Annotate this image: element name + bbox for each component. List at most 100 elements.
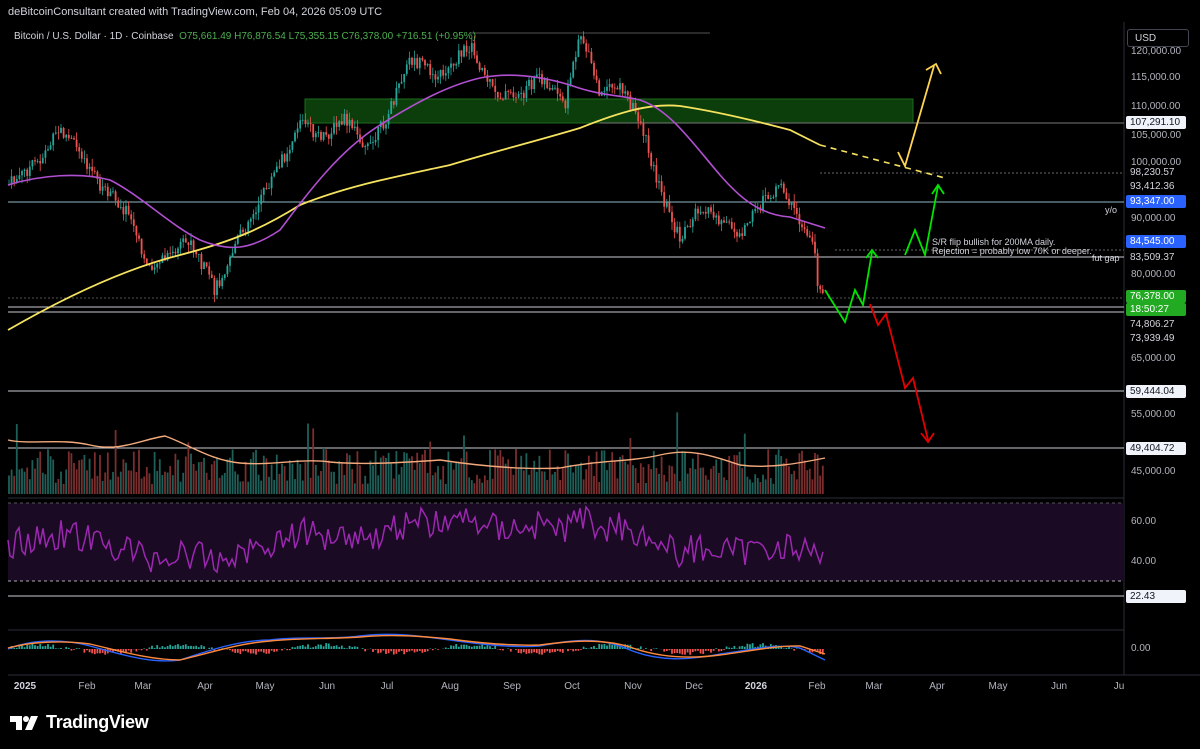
volume-bar <box>515 449 517 494</box>
rsi-band <box>8 503 1124 581</box>
volume-bar <box>88 458 91 494</box>
candle-body <box>249 218 252 222</box>
macd-hist-bar <box>351 647 354 649</box>
volume-bar <box>494 449 497 494</box>
candle <box>86 153 88 175</box>
macd-hist-bar <box>190 645 192 649</box>
macd-hist-bar <box>288 649 291 651</box>
macd-hist-bar <box>67 647 70 649</box>
candlesticks <box>8 31 824 303</box>
candle-body <box>416 58 419 69</box>
macd-hist-bar <box>590 647 593 649</box>
candle <box>577 34 580 58</box>
macd-hist-bar <box>177 644 179 649</box>
candle <box>226 264 229 278</box>
volume-bar <box>431 475 434 494</box>
volume-bar <box>101 481 104 494</box>
volume-bar <box>67 451 70 494</box>
macd-hist-bar <box>99 649 101 654</box>
tradingview-logo[interactable]: TradingView <box>10 712 149 733</box>
candle <box>138 232 140 242</box>
currency-button[interactable]: USD <box>1127 29 1189 47</box>
candle-body <box>73 138 75 140</box>
candle <box>301 114 304 125</box>
candle <box>104 183 107 191</box>
candle-body <box>803 227 806 230</box>
macd-hist-bar <box>580 649 582 650</box>
macd-hist-bar <box>447 648 450 649</box>
macd-hist-bar <box>184 644 187 649</box>
candle-body <box>556 87 559 94</box>
candle-body <box>36 161 39 162</box>
macd-hist-bar <box>473 645 476 649</box>
candle <box>434 70 437 88</box>
volume-bar <box>598 481 601 494</box>
candle-body <box>814 241 816 254</box>
macd-hist-bar <box>691 649 694 653</box>
time-tick-jun: Jun <box>318 681 336 692</box>
candle <box>47 145 49 152</box>
price-tag-93412: 93,412.36 <box>1126 180 1186 193</box>
macd-hist-bar <box>229 649 231 651</box>
candle <box>117 197 120 209</box>
candle-body <box>286 153 289 162</box>
candle-body <box>41 157 44 164</box>
time-tick-sep: Sep <box>503 681 521 692</box>
volume-bar <box>291 463 294 494</box>
volume-bar <box>359 465 361 494</box>
candle-body <box>697 208 699 214</box>
tradingview-wordmark: TradingView <box>46 712 149 732</box>
macd-hist-bar <box>782 648 785 649</box>
macd-hist-bar <box>720 649 723 652</box>
macd-hist-bar <box>525 649 528 654</box>
candle <box>320 130 322 142</box>
volume-bar <box>473 483 476 494</box>
candle-body <box>772 196 775 199</box>
volume-bar <box>143 476 146 494</box>
candle <box>283 153 286 164</box>
macd-hist-bar <box>600 644 603 649</box>
volume-bar <box>109 479 112 494</box>
macd-hist-bar <box>478 645 481 649</box>
volume-bar <box>463 435 465 494</box>
volume-bar <box>577 465 580 494</box>
candle-body <box>203 262 205 270</box>
macd-hist-bar <box>86 649 88 651</box>
macd-hist-bar <box>78 648 81 649</box>
candle <box>23 168 26 178</box>
volume-bar <box>36 457 39 494</box>
volume-bar <box>587 455 590 494</box>
macd-hist-bar <box>197 647 200 649</box>
macd-hist-bar <box>455 643 458 649</box>
candle-body <box>195 251 198 255</box>
candle <box>265 182 268 190</box>
candle <box>507 89 510 100</box>
volume-bar <box>10 469 13 494</box>
candle-body <box>541 74 543 85</box>
candle-body <box>101 186 104 191</box>
candle <box>738 229 741 238</box>
volume-bar <box>195 470 198 494</box>
volume-bar <box>741 468 744 494</box>
macd-hist-bar <box>268 649 270 654</box>
macd-hist-bar <box>348 645 351 649</box>
candle-body <box>411 57 413 65</box>
candle-body <box>455 64 458 66</box>
macd-hist-bar <box>91 649 94 654</box>
candle <box>109 188 112 197</box>
candle <box>751 209 754 227</box>
macd-hist-bar <box>668 649 671 651</box>
macd-hist-bar <box>457 646 460 649</box>
candle <box>621 82 624 98</box>
volume-bar <box>205 472 208 494</box>
macd-hist-bar <box>169 644 172 649</box>
volume-bar <box>231 449 234 494</box>
candle-body <box>223 274 226 278</box>
volume-bar <box>26 467 29 494</box>
candle <box>668 194 671 213</box>
candle-body <box>192 240 195 252</box>
ma200-projection <box>819 144 946 179</box>
macd-hist-bar <box>135 649 138 652</box>
volume-bar <box>387 452 390 494</box>
chart-canvas[interactable] <box>0 0 1200 749</box>
